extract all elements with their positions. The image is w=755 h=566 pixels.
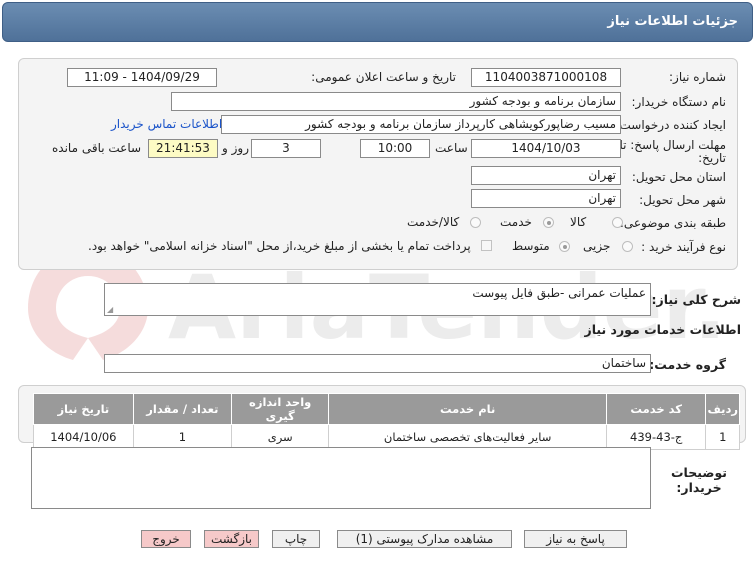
view-attachments-button[interactable]: مشاهده مدارک پیوستی (1) — [337, 530, 512, 548]
col-header-row: ردیف — [705, 393, 740, 425]
reply-button[interactable]: پاسخ به نیاز — [524, 530, 627, 548]
cell-service-code: ج-43-439 — [605, 424, 707, 450]
buyer-org-field: سازمان برنامه و بودجه کشور — [171, 92, 621, 111]
cell-service-name: سایر فعالیت‌های تخصصی ساختمان — [328, 424, 607, 450]
province-field: تهران — [471, 166, 621, 185]
cell-need-date: 1404/10/06 — [33, 424, 134, 450]
treasury-payment-note: پرداخت تمام یا بخشی از مبلغ خرید،از محل … — [88, 239, 471, 253]
service-group-field: ساختمان — [104, 354, 651, 373]
summary-label: شرح کلی نیاز: — [651, 292, 741, 307]
announce-date-label: تاریخ و ساعت اعلان عمومی: — [311, 70, 456, 84]
category-radio-goods[interactable] — [612, 217, 623, 228]
table-row: 1 ج-43-439 سایر فعالیت‌های تخصصی ساختمان… — [33, 424, 740, 450]
process-radio-minor[interactable] — [622, 241, 633, 252]
process-radio-medium[interactable] — [559, 241, 570, 252]
process-option-medium: متوسط — [512, 239, 550, 253]
process-option-minor: جزیی — [583, 239, 611, 253]
services-table: ردیف کد خدمت نام خدمت واحد اندازه گیری ت… — [33, 393, 740, 450]
need-number-label: شماره نیاز: — [669, 70, 726, 84]
col-header-quantity: تعداد / مقدار — [132, 393, 233, 425]
col-header-name: نام خدمت — [328, 393, 607, 425]
city-label: شهر محل تحویل: — [639, 193, 726, 207]
remaining-days-label: روز و — [222, 141, 249, 155]
col-header-unit: واحد اندازه گیری — [231, 393, 330, 425]
creator-label: ایجاد کننده درخواست: — [615, 118, 726, 132]
category-option-goods-service: کالا/خدمت — [407, 215, 460, 229]
announce-date-field: 1404/09/29 - 11:09 — [67, 68, 217, 87]
resize-grip-icon[interactable]: ◢ — [107, 305, 113, 314]
services-table-header: ردیف کد خدمت نام خدمت واحد اندازه گیری ت… — [33, 393, 740, 425]
buyer-org-label: نام دستگاه خریدار: — [631, 95, 727, 109]
remaining-time-label: ساعت باقی مانده — [52, 141, 142, 155]
print-button[interactable]: چاپ — [272, 530, 320, 548]
page-title: جزئیات اطلاعات نیاز — [607, 14, 738, 29]
remaining-time-field: 21:41:53 — [148, 139, 218, 158]
col-header-code: کد خدمت — [605, 393, 707, 425]
buyer-notes-label: توضیحات خریدار: — [671, 465, 727, 495]
category-radio-service[interactable] — [543, 217, 554, 228]
category-radio-goods-service[interactable] — [470, 217, 481, 228]
summary-text: عملیات عمرانی -طبق فایل پیوست — [472, 286, 646, 300]
category-option-service: خدمت — [500, 215, 532, 229]
need-number-field: 1104003871000108 — [471, 68, 621, 87]
deadline-date-field: 1404/10/03 — [471, 139, 621, 158]
page-header: جزئیات اطلاعات نیاز — [2, 2, 753, 42]
province-label: استان محل تحویل: — [631, 170, 726, 184]
treasury-payment-checkbox[interactable] — [481, 240, 492, 251]
summary-textarea[interactable]: عملیات عمرانی -طبق فایل پیوست ◢ — [104, 283, 651, 316]
category-option-goods: کالا — [570, 215, 587, 229]
buyer-notes-textarea[interactable] — [31, 447, 651, 509]
exit-button[interactable]: خروج — [141, 530, 191, 548]
process-type-label: نوع فرآیند خرید : — [641, 240, 726, 254]
cell-quantity: 1 — [132, 424, 233, 450]
services-section-title: اطلاعات خدمات مورد نیاز — [584, 322, 742, 337]
buyer-contact-link[interactable]: اطلاعات تماس خریدار — [111, 117, 222, 131]
cell-unit: سری — [231, 424, 330, 450]
col-header-date: تاریخ نیاز — [33, 393, 134, 425]
deadline-label-line2: تاریخ: — [698, 151, 726, 165]
category-label: طبقه بندی موضوعی: — [619, 216, 726, 230]
city-field: تهران — [471, 189, 621, 208]
remaining-days-field: 3 — [251, 139, 321, 158]
service-group-label: گروه خدمت: — [649, 357, 726, 372]
creator-field: مسیب رضاپورکویشاهی کارپرداز سازمان برنام… — [221, 115, 621, 134]
deadline-time-field: 10:00 — [360, 139, 430, 158]
cell-row-number: 1 — [705, 424, 740, 450]
back-button[interactable]: بازگشت — [204, 530, 259, 548]
deadline-time-label: ساعت — [435, 141, 468, 155]
deadline-label-line1: مهلت ارسال پاسخ: تا — [619, 138, 726, 152]
